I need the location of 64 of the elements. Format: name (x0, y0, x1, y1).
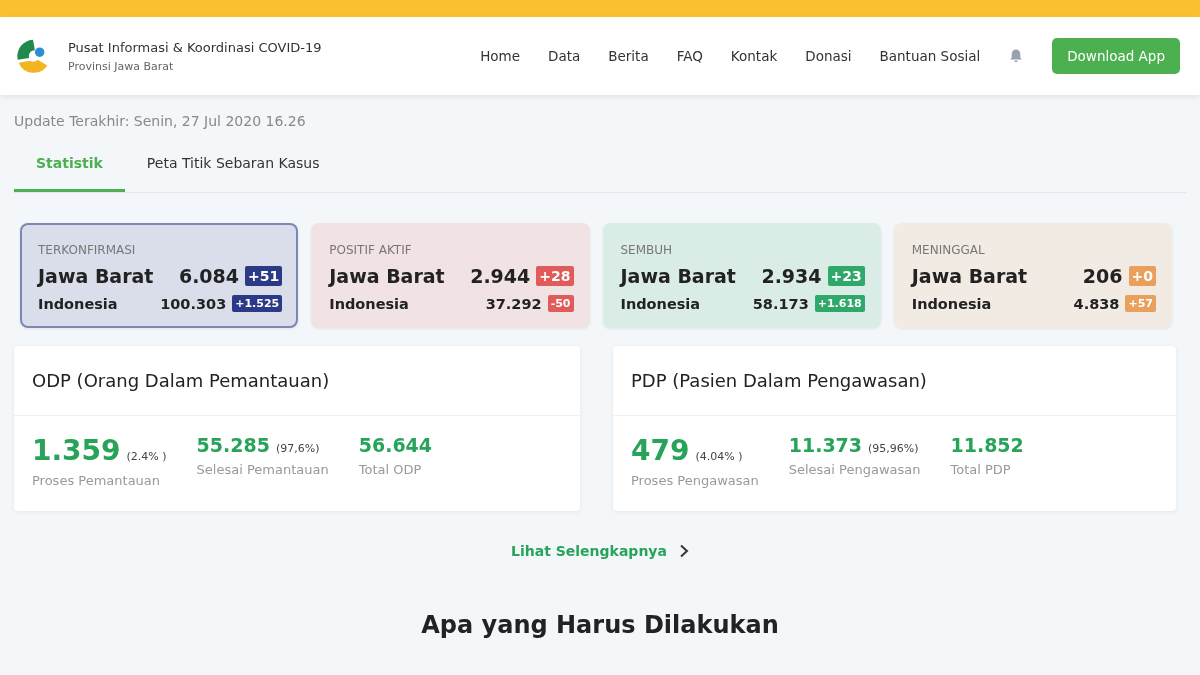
nav-link[interactable]: FAQ (676, 48, 703, 64)
change-badge: +1.618 (814, 295, 865, 312)
panel-title: ODP (Orang Dalam Pemantauan) (14, 346, 580, 416)
nav-link[interactable]: Donasi (805, 48, 852, 64)
stat-caption: Selesai Pengawasan (788, 462, 921, 477)
card-label: POSITIF AKTIF (329, 243, 413, 257)
region-name: Indonesia (38, 295, 118, 312)
case-count: 4.838 (1073, 295, 1120, 312)
tab[interactable]: Peta Titik Sebaran Kasus (124, 143, 342, 192)
stat-card[interactable]: TERKONFIRMASI Jawa Barat 6.084 +51 Indonesia 100.303 +1.525 (20, 223, 299, 328)
stat-card[interactable]: SEMBUH Jawa Barat 2.934 +23 Indonesia 58.173 +1.618 (602, 223, 881, 328)
chevron-right-icon (678, 544, 689, 558)
case-count: 100.303 (160, 295, 227, 312)
change-badge: +0 (1128, 266, 1156, 286)
case-count: 6.084 (178, 265, 240, 287)
stat-value: 55.285 (196, 434, 270, 456)
stat-caption: Proses Pengawasan (631, 473, 759, 488)
stat-value: 11.373 (788, 434, 863, 456)
case-count: 58.173 (752, 295, 809, 312)
stat-percent: (4.04% ) (695, 450, 743, 463)
region-name: Indonesia (620, 295, 701, 312)
stat-value: 479 (631, 434, 690, 467)
card-label: MENINGGAL (911, 243, 986, 257)
stat-caption: Total PDP (950, 462, 1012, 477)
last-update-text: Update Terakhir: Senin, 27 Jul 2020 16.26 (14, 113, 307, 129)
notification-bell-icon[interactable] (1008, 48, 1025, 64)
change-badge: +51 (245, 266, 283, 286)
stat-percent: (2.4% ) (126, 450, 167, 463)
stat-caption: Total ODP (358, 462, 423, 477)
card-label: SEMBUH (620, 243, 674, 257)
stat-card[interactable]: POSITIF AKTIF Jawa Barat 2.944 +28 Indonesia 37.292 -50 (311, 223, 590, 328)
nav-link[interactable]: Bantuan Sosial (879, 48, 981, 64)
case-count: 2.934 (761, 265, 822, 287)
region-name: Indonesia (329, 295, 409, 312)
change-badge: +28 (536, 266, 574, 286)
case-count: 2.944 (470, 265, 531, 287)
stat-percent: (97,6%) (275, 442, 320, 455)
region-name: Jawa Barat (38, 265, 154, 287)
nav-link[interactable]: Data (548, 48, 581, 64)
change-badge: +1.525 (232, 295, 283, 312)
region-name: Jawa Barat (911, 265, 1028, 287)
section-heading: Apa yang Harus Dilakukan (421, 611, 779, 639)
stat-value: 1.359 (32, 434, 121, 467)
card-label: TERKONFIRMASI (38, 243, 137, 257)
region-name: Jawa Barat (329, 265, 445, 287)
stat-percent: (95,96%) (868, 442, 919, 455)
stat-card[interactable]: MENINGGAL Jawa Barat 206 +0 Indonesia 4.838 +57 (893, 223, 1172, 328)
change-badge: +57 (1125, 295, 1156, 312)
stat-caption: Selesai Pemantauan (196, 462, 329, 477)
stat-value: 11.852 (950, 434, 1024, 456)
site-subtitle: Provinsi Jawa Barat (68, 59, 175, 73)
case-count: 37.292 (485, 295, 542, 312)
stat-caption: Proses Pemantauan (32, 473, 162, 488)
nav-link[interactable]: Home (480, 48, 520, 64)
site-title: Pusat Informasi & Koordinasi COVID-19 (68, 39, 322, 55)
nav-link[interactable]: Berita (608, 48, 649, 64)
region-name: Indonesia (911, 295, 992, 312)
change-badge: +23 (827, 266, 865, 286)
case-count: 206 (1082, 265, 1123, 287)
region-name: Jawa Barat (620, 265, 736, 287)
nav-link[interactable]: Kontak (730, 48, 778, 64)
change-badge: -50 (547, 295, 574, 312)
stat-value: 56.644 (358, 434, 433, 456)
panel-title: PDP (Pasien Dalam Pengawasan) (613, 346, 1176, 416)
